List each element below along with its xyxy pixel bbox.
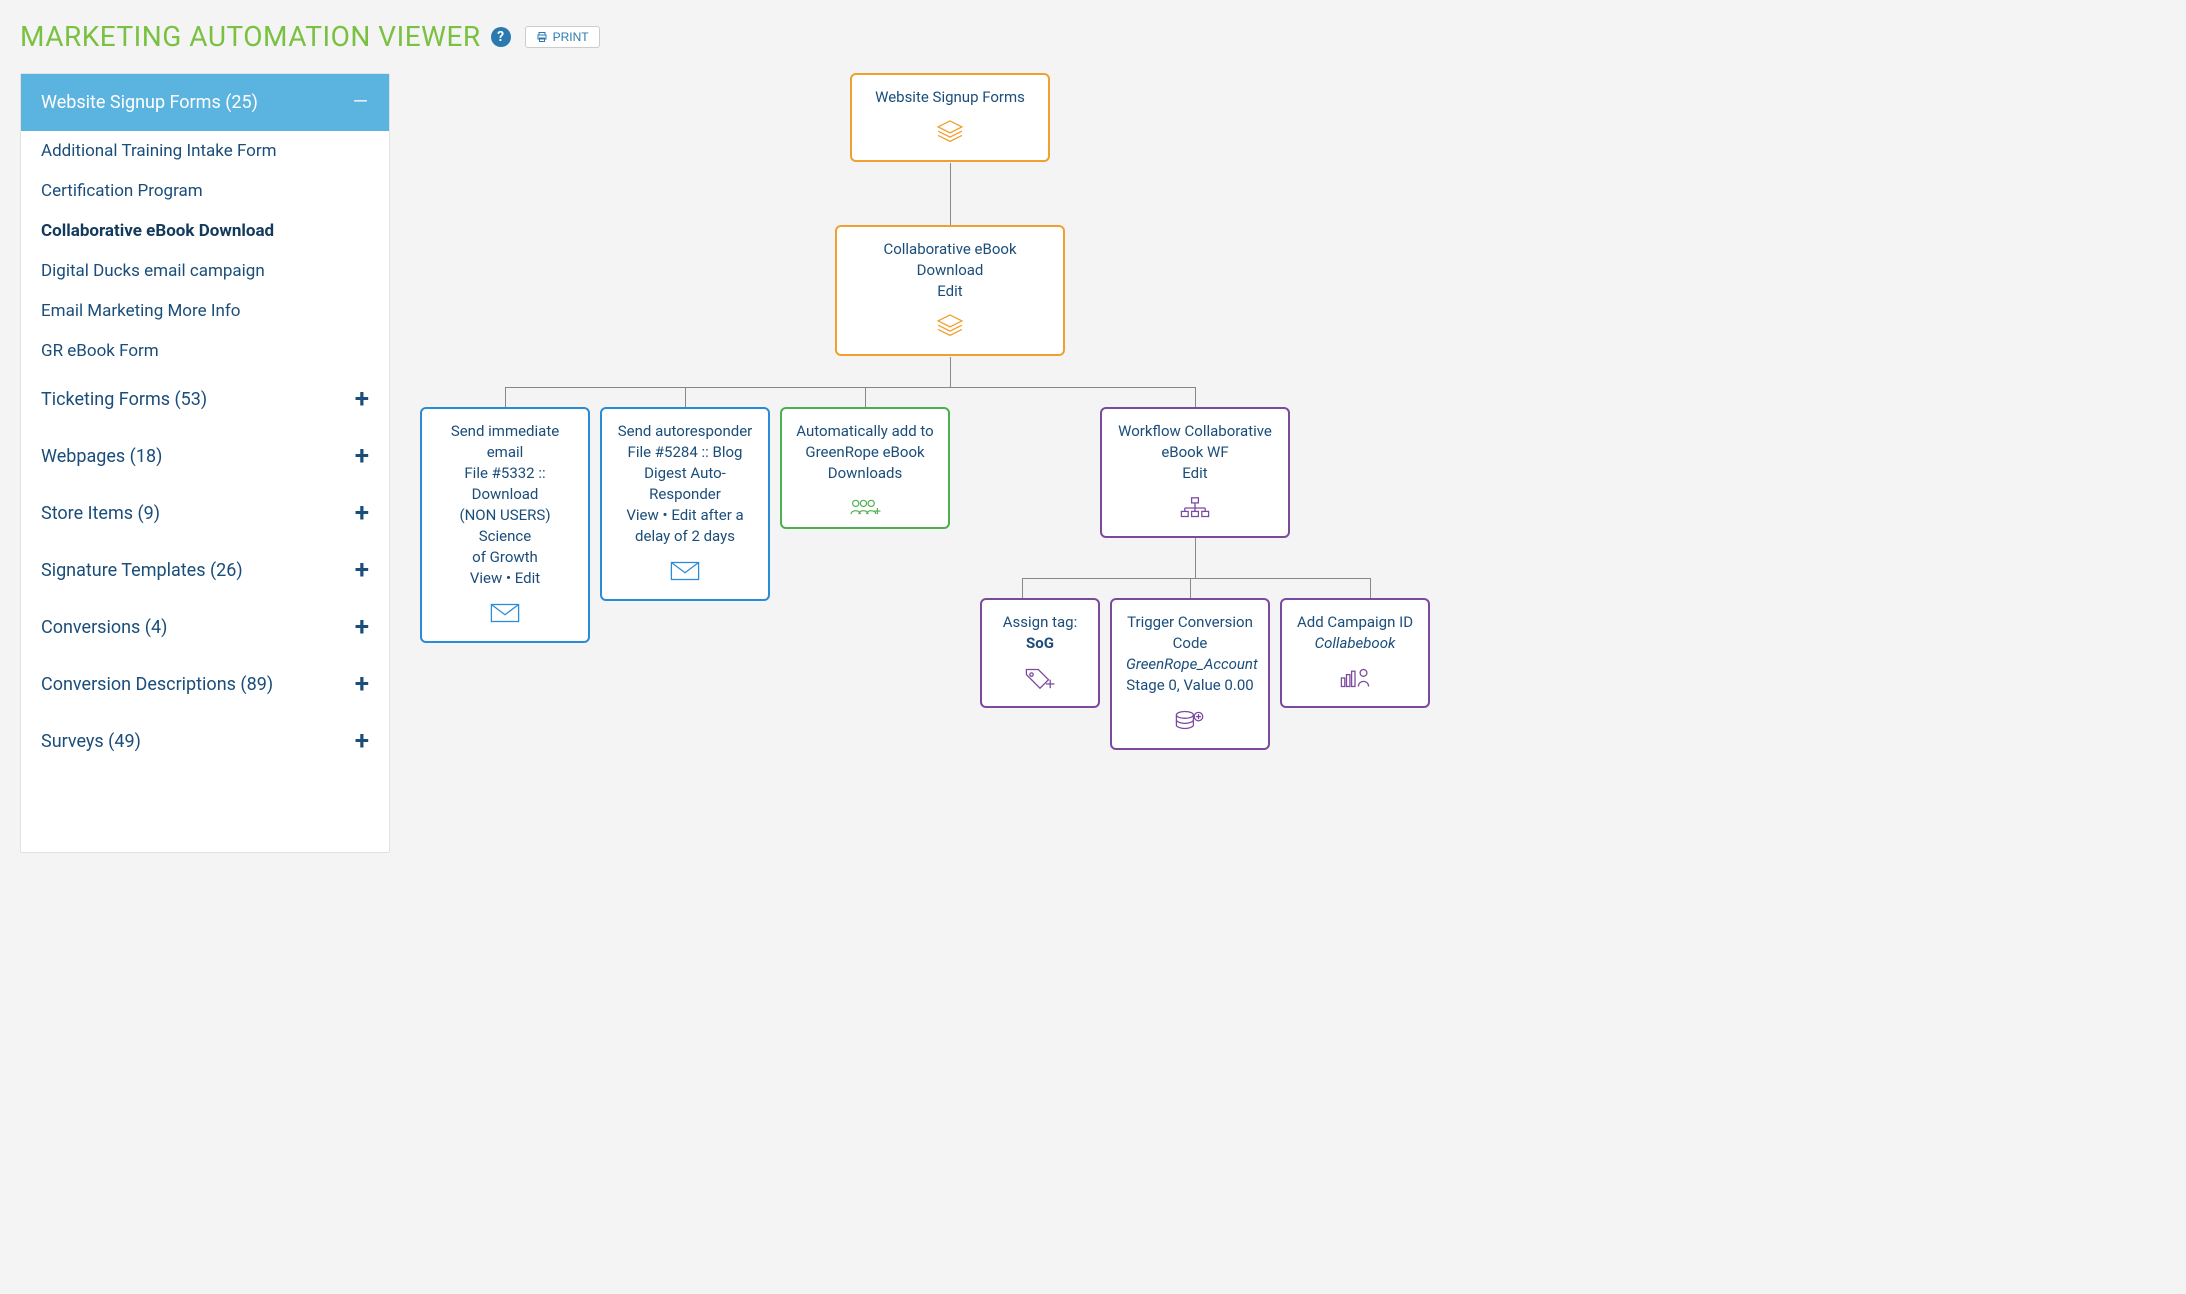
sidebar-item-gr-ebook-form[interactable]: GR eBook Form (21, 331, 389, 371)
node-italic: Collabebook (1315, 634, 1396, 652)
workflow-diagram: Website Signup Forms Collaborative eBook… (420, 73, 2166, 853)
connector (1190, 578, 1191, 598)
node-line: Code (1126, 633, 1254, 654)
accordion-label: Surveys (49) (41, 731, 141, 752)
people-chart-icon (1296, 664, 1414, 692)
page-title: MARKETING AUTOMATION VIEWER (20, 20, 481, 53)
sidebar-item-additional-training[interactable]: Additional Training Intake Form (21, 131, 389, 171)
accordion-header-store-items[interactable]: Store Items (9) (21, 485, 389, 542)
accordion-label: Signature Templates (26) (41, 560, 243, 581)
accordion-label: Store Items (9) (41, 503, 160, 524)
help-icon[interactable]: ? (491, 27, 511, 47)
node-line: File #5332 :: Download (436, 463, 574, 505)
connector (1195, 533, 1196, 578)
node-line: Send immediate email (436, 421, 574, 463)
node-line: Automatically add to (796, 421, 934, 442)
expand-icon (355, 450, 369, 463)
stack-icon (851, 312, 1049, 340)
accordion-header-conversion-descriptions[interactable]: Conversion Descriptions (89) (21, 656, 389, 713)
action-sep: • (663, 506, 672, 524)
action-sep: • (506, 569, 515, 587)
node-line: File #5284 :: Blog (616, 442, 754, 463)
node-line: Assign tag: SoG (996, 612, 1084, 654)
node-line: Trigger Conversion (1126, 612, 1254, 633)
node-auto-add-group[interactable]: Automatically add to GreenRope eBook Dow… (780, 407, 950, 529)
node-immediate-email[interactable]: Send immediate email File #5332 :: Downl… (420, 407, 590, 643)
accordion-header-conversions[interactable]: Conversions (4) (21, 599, 389, 656)
sidebar-item-digital-ducks[interactable]: Digital Ducks email campaign (21, 251, 389, 291)
connector (505, 387, 1195, 388)
node-add-campaign-id[interactable]: Add Campaign ID Collabebook (1280, 598, 1430, 708)
node-title: Website Signup Forms (866, 87, 1034, 108)
connector (685, 387, 686, 407)
expand-icon (355, 735, 369, 748)
node-autoresponder[interactable]: Send autoresponder File #5284 :: Blog Di… (600, 407, 770, 601)
edit-link[interactable]: Edit (1182, 464, 1207, 482)
connector (1022, 578, 1370, 579)
collapse-icon (352, 96, 369, 109)
print-button[interactable]: PRINT (525, 26, 600, 48)
org-icon (1116, 494, 1274, 522)
print-icon (536, 31, 548, 43)
node-sub: Stage 0, Value 0.00 (1126, 675, 1254, 696)
group-plus-icon (796, 494, 934, 522)
expand-icon (355, 621, 369, 634)
node-root[interactable]: Website Signup Forms (850, 73, 1050, 162)
connector (1022, 578, 1023, 598)
node-line: (NON USERS) Science (436, 505, 574, 547)
node-line: GreenRope eBook (796, 442, 934, 463)
node-line: of Growth (436, 547, 574, 568)
edit-link[interactable]: Edit (515, 569, 540, 587)
envelope-icon (616, 557, 754, 585)
node-level1[interactable]: Collaborative eBook Download Edit (835, 225, 1065, 356)
connector (950, 163, 951, 225)
expand-icon (355, 393, 369, 406)
connector (950, 357, 951, 387)
tag-plus-icon (996, 664, 1084, 692)
node-line: Add Campaign ID (1296, 612, 1414, 633)
expand-icon (355, 678, 369, 691)
accordion-header-surveys[interactable]: Surveys (49) (21, 713, 389, 770)
node-workflow[interactable]: Workflow Collaborative eBook WF Edit (1100, 407, 1290, 538)
expand-icon (355, 507, 369, 520)
node-line: eBook WF (1116, 442, 1274, 463)
node-line: Digest Auto-Responder (616, 463, 754, 505)
accordion-label: Conversion Descriptions (89) (41, 674, 273, 695)
node-line: Send autoresponder (616, 421, 754, 442)
print-label: PRINT (553, 30, 589, 44)
sidebar-item-collaborative-ebook[interactable]: Collaborative eBook Download (21, 211, 389, 251)
sidebar-item-certification-program[interactable]: Certification Program (21, 171, 389, 211)
view-link[interactable]: View (626, 506, 658, 524)
sidebar: Website Signup Forms (25) Additional Tra… (20, 73, 390, 853)
accordion-header-signature-templates[interactable]: Signature Templates (26) (21, 542, 389, 599)
node-assign-tag[interactable]: Assign tag: SoG (980, 598, 1100, 708)
coins-icon (1126, 706, 1254, 734)
connector (505, 387, 506, 407)
node-line: Downloads (796, 463, 934, 484)
node-line: Workflow Collaborative (1116, 421, 1274, 442)
node-title: Collaborative eBook Download (851, 239, 1049, 281)
stack-icon (866, 118, 1034, 146)
view-link[interactable]: View (470, 569, 502, 587)
envelope-icon (436, 599, 574, 627)
accordion-header-website-signup-forms[interactable]: Website Signup Forms (25) (21, 74, 389, 131)
expand-icon (355, 564, 369, 577)
sidebar-item-email-marketing-more-info[interactable]: Email Marketing More Info (21, 291, 389, 331)
edit-link[interactable]: Edit (671, 506, 696, 524)
accordion-label: Ticketing Forms (53) (41, 389, 207, 410)
edit-link[interactable]: Edit (937, 282, 962, 300)
node-trigger-conversion[interactable]: Trigger Conversion Code GreenRope_Accoun… (1110, 598, 1270, 750)
accordion-label: Conversions (4) (41, 617, 167, 638)
accordion-label: Website Signup Forms (25) (41, 92, 258, 113)
node-italic: GreenRope_Account (1126, 655, 1258, 673)
accordion-header-ticketing-forms[interactable]: Ticketing Forms (53) (21, 371, 389, 428)
accordion-label: Webpages (18) (41, 446, 162, 467)
connector (1195, 387, 1196, 407)
accordion-header-webpages[interactable]: Webpages (18) (21, 428, 389, 485)
connector (865, 387, 866, 407)
connector (1370, 578, 1371, 598)
